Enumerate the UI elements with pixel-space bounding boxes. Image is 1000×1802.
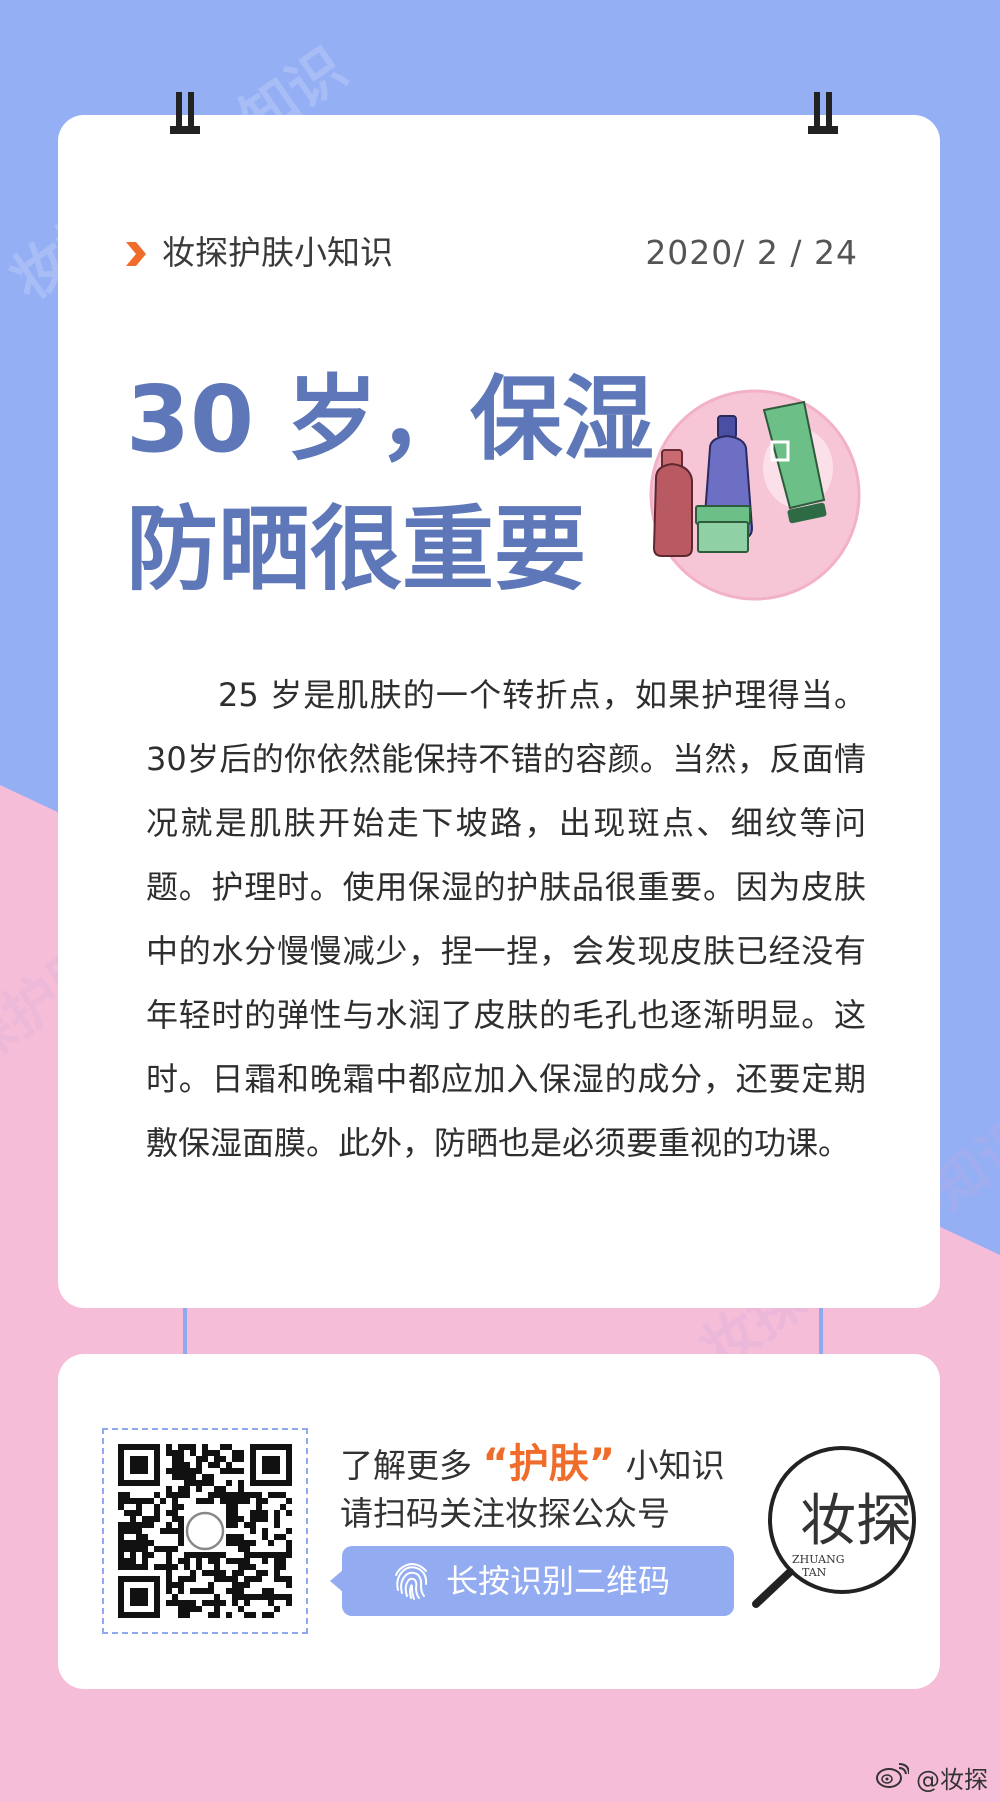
logo-english-line-2: TAN bbox=[802, 1566, 827, 1579]
scan-button-label: 长按识别二维码 bbox=[446, 1562, 671, 1600]
footer-credit: @妆探 bbox=[916, 1766, 988, 1794]
promo-suffix: 小知识 bbox=[625, 1446, 725, 1485]
fingerprint-icon bbox=[395, 1562, 428, 1600]
binder-clip-right-icon bbox=[808, 92, 838, 134]
binder-clip-left-icon bbox=[170, 92, 200, 134]
page-title: 30 岁，保湿 防晒很重要 bbox=[126, 355, 686, 615]
publish-date: 2020/ 2 / 24 bbox=[645, 233, 858, 272]
qr-code-frame[interactable] bbox=[102, 1428, 308, 1634]
logo-text: 妆探 bbox=[800, 1489, 912, 1554]
promo-highlight: “护肤” bbox=[482, 1441, 616, 1487]
qr-code-icon[interactable] bbox=[118, 1444, 292, 1618]
chevron-right-icon bbox=[126, 242, 146, 266]
logo-english-line-1: ZHUANG bbox=[792, 1553, 845, 1566]
article-header: 妆探护肤小知识 2020/ 2 / 24 bbox=[124, 228, 858, 278]
promo-line-1: 了解更多 “护肤” 小知识 bbox=[340, 1438, 725, 1492]
brand-title: 妆探护肤小知识 bbox=[162, 233, 393, 272]
logo-english: ZHUANG TAN bbox=[792, 1553, 845, 1579]
weibo-icon bbox=[876, 1763, 909, 1788]
article-body: 25 岁是肌肤的一个转折点，如果护理得当。30岁后的你依然能保持不错的容颜。当然… bbox=[146, 676, 866, 1162]
skincare-bottles-icon bbox=[649, 389, 861, 601]
title-line-2: 防晒很重要 bbox=[126, 496, 587, 603]
promo-line-2: 请扫码关注妆探公众号 bbox=[340, 1494, 670, 1533]
title-line-1: 30 岁，保湿 bbox=[126, 366, 655, 473]
scan-qr-button[interactable]: 长按识别二维码 bbox=[342, 1546, 734, 1616]
promo-prefix: 了解更多 bbox=[340, 1446, 472, 1485]
